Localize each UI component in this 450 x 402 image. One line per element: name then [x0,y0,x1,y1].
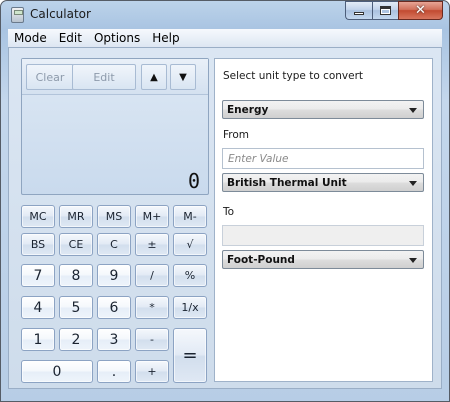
minimize-button[interactable] [345,1,372,20]
calculator-window: Calculator ✕ Mode Edit Options Help Clea… [0,0,450,402]
close-button[interactable]: ✕ [398,1,443,20]
arrow-down-icon: ▼ [179,71,187,83]
square-root-button[interactable]: √ [173,233,207,256]
unit-type-value: Energy [227,103,269,116]
title-bar[interactable]: Calculator ✕ [1,1,449,29]
memory-store-button[interactable]: MS [97,205,131,228]
digit-7-button[interactable]: 7 [21,264,55,287]
decimal-point-button[interactable]: . [97,360,131,383]
unit-conversion-panel: Select unit type to convert Energy From … [214,58,433,382]
minimize-icon [354,12,364,15]
chevron-down-icon [409,181,417,186]
arrow-up-icon: ▲ [150,71,158,83]
memory-add-button[interactable]: M+ [135,205,169,228]
clear-button[interactable]: C [97,233,131,256]
memory-clear-button[interactable]: MC [21,205,55,228]
display: Clear Edit ▲ ▼ 0 [21,58,209,195]
menu-bar: Mode Edit Options Help [8,29,442,47]
history-clear-button[interactable]: Clear [26,64,74,90]
history-edit-button[interactable]: Edit [72,64,136,90]
from-value-input[interactable] [222,148,424,169]
digit-4-button[interactable]: 4 [21,296,55,319]
memory-recall-button[interactable]: MR [59,205,93,228]
history-down-button[interactable]: ▼ [170,64,196,90]
divide-button[interactable]: / [135,264,169,287]
unit-type-dropdown[interactable]: Energy [222,100,424,119]
to-label: To [223,206,235,218]
digit-1-button[interactable]: 1 [21,328,55,351]
close-icon: ✕ [415,3,426,18]
calculator-panel: Clear Edit ▲ ▼ 0 MC MR MS M+ M- BS CE C … [21,58,209,386]
maximize-button[interactable] [372,1,398,20]
digit-2-button[interactable]: 2 [59,328,93,351]
percent-button[interactable]: % [173,264,207,287]
multiply-button[interactable]: * [135,296,169,319]
menu-options[interactable]: Options [88,31,146,45]
to-unit-dropdown[interactable]: Foot-Pound [222,250,424,269]
history-strip: Clear Edit ▲ ▼ [22,59,208,95]
add-button[interactable]: + [135,360,169,383]
display-value: 0 [187,169,200,193]
caption-buttons: ✕ [345,1,443,20]
backspace-button[interactable]: BS [21,233,55,256]
to-unit-value: Foot-Pound [227,253,295,266]
menu-mode[interactable]: Mode [8,31,53,45]
reciprocal-button[interactable]: 1/x [173,296,207,319]
history-up-button[interactable]: ▲ [141,64,167,90]
negate-button[interactable]: ± [135,233,169,256]
from-unit-value: British Thermal Unit [227,176,347,189]
from-label: From [223,129,250,141]
digit-8-button[interactable]: 8 [59,264,93,287]
from-unit-dropdown[interactable]: British Thermal Unit [222,173,424,192]
menu-help[interactable]: Help [146,31,185,45]
calculator-app-icon[interactable] [11,7,24,23]
equals-button[interactable]: = [173,328,207,383]
unit-type-label: Select unit type to convert [223,70,364,82]
to-value-output [222,225,424,246]
maximize-icon [380,6,391,15]
memory-subtract-button[interactable]: M- [173,205,207,228]
window-title: Calculator [30,7,91,21]
digit-3-button[interactable]: 3 [97,328,131,351]
chevron-down-icon [409,108,417,113]
chevron-down-icon [409,258,417,263]
clear-entry-button[interactable]: CE [59,233,93,256]
digit-5-button[interactable]: 5 [59,296,93,319]
subtract-button[interactable]: - [135,328,169,351]
menu-edit[interactable]: Edit [53,31,88,45]
digit-9-button[interactable]: 9 [97,264,131,287]
client-area: Clear Edit ▲ ▼ 0 MC MR MS M+ M- BS CE C … [8,47,442,389]
digit-6-button[interactable]: 6 [97,296,131,319]
digit-0-button[interactable]: 0 [21,360,93,383]
